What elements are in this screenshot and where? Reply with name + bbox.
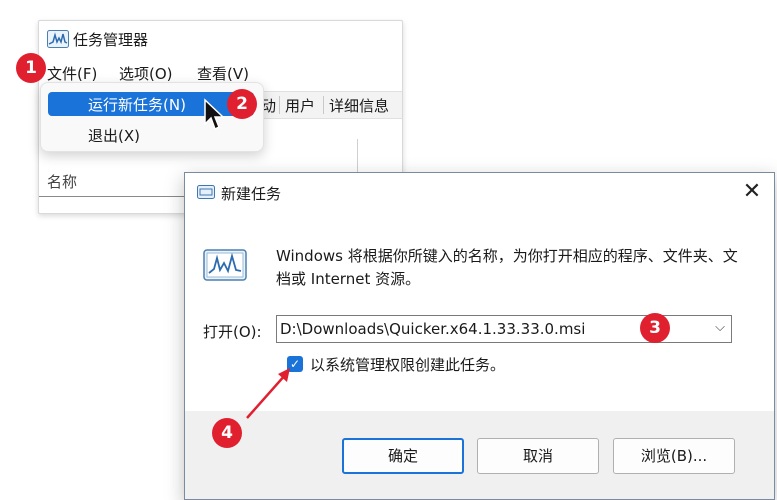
step-badge-4: 4 <box>212 418 242 448</box>
step-badge-2: 2 <box>227 89 257 119</box>
step-badge-1: 1 <box>16 53 46 83</box>
annotation-arrow <box>246 368 290 419</box>
step-badge-3: 3 <box>640 313 670 343</box>
